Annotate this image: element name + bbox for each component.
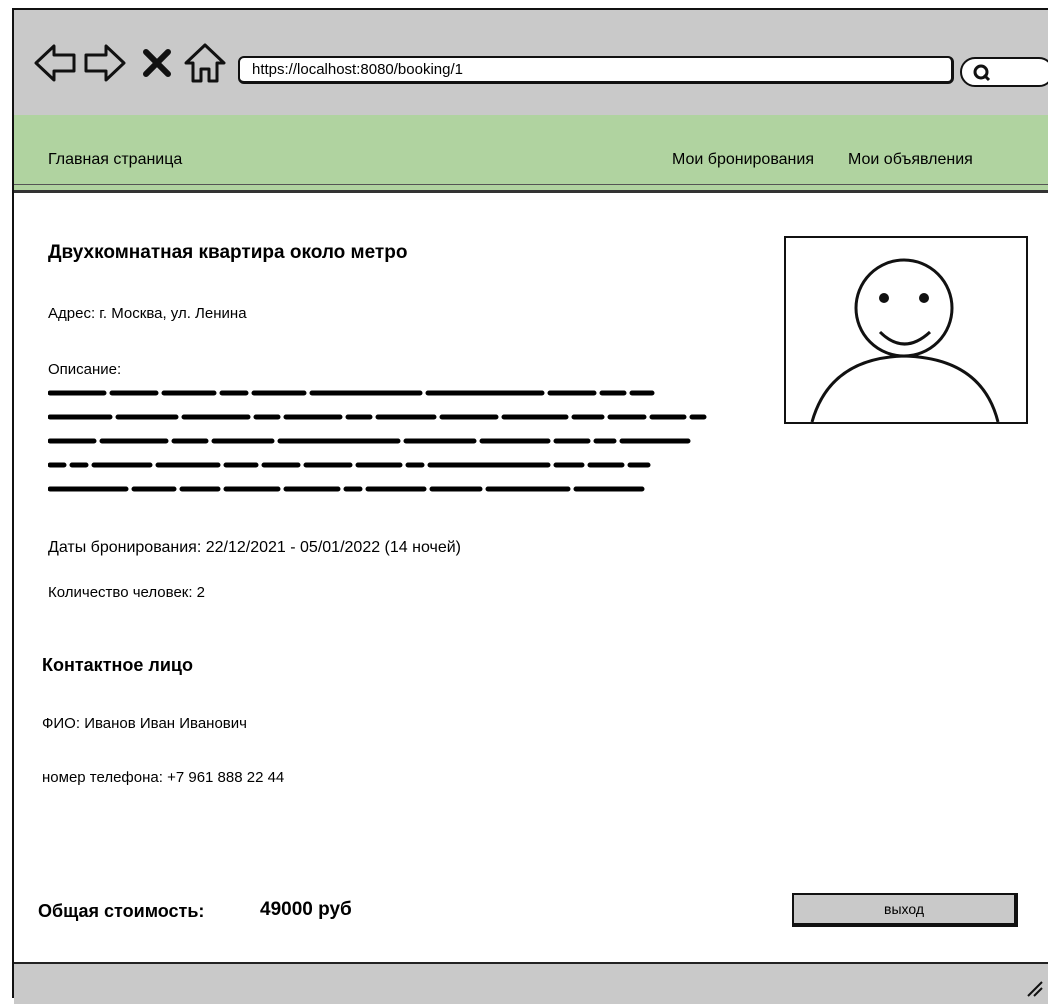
- browser-window: https://localhost:8080/booking/1 Главная…: [12, 8, 1048, 1004]
- menu-divider: [14, 184, 1048, 185]
- contact-phone: номер телефона: +7 961 888 22 44: [42, 769, 285, 786]
- contact-section-title: Контактное лицо: [42, 655, 193, 675]
- top-menu: Главная страница Мои бронирования Мои об…: [14, 115, 1048, 193]
- user-avatar-icon: [810, 258, 1000, 423]
- total-cost-label: Общая стоимость:: [38, 901, 205, 921]
- total-cost-value: 49000 руб: [260, 899, 352, 920]
- back-arrow-icon[interactable]: [32, 40, 78, 86]
- stop-icon[interactable]: [140, 46, 174, 80]
- address-bar[interactable]: https://localhost:8080/booking/1: [238, 56, 954, 84]
- menu-my-bookings-link[interactable]: Мои бронирования: [672, 151, 814, 169]
- browser-search-box[interactable]: [960, 57, 1048, 87]
- listing-title: Двухкомнатная квартира около метро: [48, 242, 408, 263]
- search-icon: [973, 64, 991, 82]
- browser-toolbar: https://localhost:8080/booking/1: [14, 10, 1048, 117]
- forward-arrow-icon[interactable]: [82, 40, 128, 86]
- description-placeholder-scribble: [48, 390, 707, 492]
- home-icon[interactable]: [182, 40, 228, 86]
- contact-fio: ФИО: Иванов Иван Иванович: [42, 715, 247, 732]
- resize-grip-icon[interactable]: [1024, 978, 1044, 998]
- exit-button[interactable]: выход: [792, 893, 1018, 927]
- description-label: Описание:: [48, 361, 122, 378]
- menu-my-listings-link[interactable]: Мои объявления: [848, 151, 973, 169]
- listing-photo-placeholder: [784, 236, 1028, 424]
- menu-home-link[interactable]: Главная страница: [48, 151, 182, 169]
- booking-dates: Даты бронирования: 22/12/2021 - 05/01/20…: [48, 539, 462, 556]
- browser-status-bar: [14, 962, 1048, 1004]
- listing-address: Адрес: г. Москва, ул. Ленина: [48, 305, 247, 322]
- guest-count: Количество человек: 2: [48, 584, 206, 601]
